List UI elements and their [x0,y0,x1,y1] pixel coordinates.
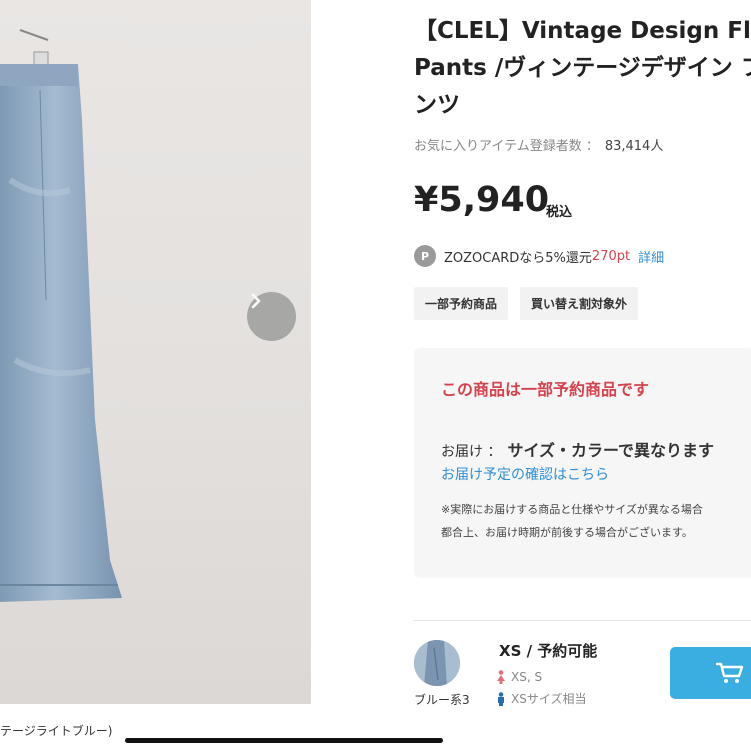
product-image[interactable] [0,0,311,704]
favorites-count: 83,414人 [604,139,664,154]
tag-tradein-excluded: 買い替え割対象外 [520,287,639,320]
delivery-schedule-link[interactable]: お届け予定の確認はこちら [441,464,609,484]
tag-preorder: 一部予約商品 [414,287,509,320]
image-caption: テージライトブルー) [0,724,113,738]
home-indicator[interactable] [125,738,443,743]
notice-note-line2: 都合上、お届け時期が前後する場合がございます。 [441,526,693,539]
preorder-notice: この商品は一部予約商品です お届け ： サイズ・カラーで異なります お届け予定の確… [414,348,751,578]
delivery-label: お届け ： [441,444,502,460]
delivery-row: お届け ： サイズ・カラーで異なります [441,437,714,461]
favorites-count-row: お気に入りアイテム登録者数 ： 83,414人 [414,135,663,154]
size-availability: XS / 予約可能 [499,642,598,660]
product-title: 【CLEL】Vintage Design Fla Pants /ヴィンテージデザ… [414,18,751,118]
points-value: 270pt [591,248,631,264]
cart-icon [716,662,744,683]
jeans-illustration [0,29,122,602]
female-size-row: XS, S [496,670,542,684]
points-detail-link[interactable]: 詳細 [638,247,664,266]
favorites-label: お気に入りアイテム登録者数 ： [414,139,599,154]
zozocard-text: ZOZOCARDなら5%還元 [444,250,592,266]
color-label: ブルー系3 [414,693,470,707]
color-swatch[interactable] [414,640,460,686]
swatch-thumbnail [414,640,460,686]
product-info: 【CLEL】Vintage Design Fla Pants /ヴィンテージデザ… [414,0,751,751]
male-size-text: XSサイズ相当 [511,692,587,706]
female-size-text: XS, S [511,670,543,684]
delivery-value: サイズ・カラーで異なります [507,441,715,460]
divider [414,620,751,621]
chevron-right-icon [251,293,261,309]
product-price: ¥5,940 [414,180,550,220]
points-icon: P [414,245,436,267]
add-to-cart-button[interactable] [670,647,751,699]
notice-note: ※実際にお届けする商品と仕様やサイズが異なる場合 都合上、お届け時期が前後する場… [441,498,703,544]
female-icon [497,670,505,684]
male-icon [498,691,504,706]
male-size-row: XSサイズ相当 [496,690,586,707]
notice-note-line1: ※実際にお届けする商品と仕様やサイズが異なる場合 [441,503,703,516]
tax-label: 税込 [546,205,573,220]
zozocard-points-row: P ZOZOCARDなら5%還元 270pt 詳細 [414,244,664,268]
product-tags: 一部予約商品 買い替え割対象外 [414,287,639,320]
next-image-button[interactable] [247,292,296,341]
notice-title: この商品は一部予約商品です [441,380,650,399]
